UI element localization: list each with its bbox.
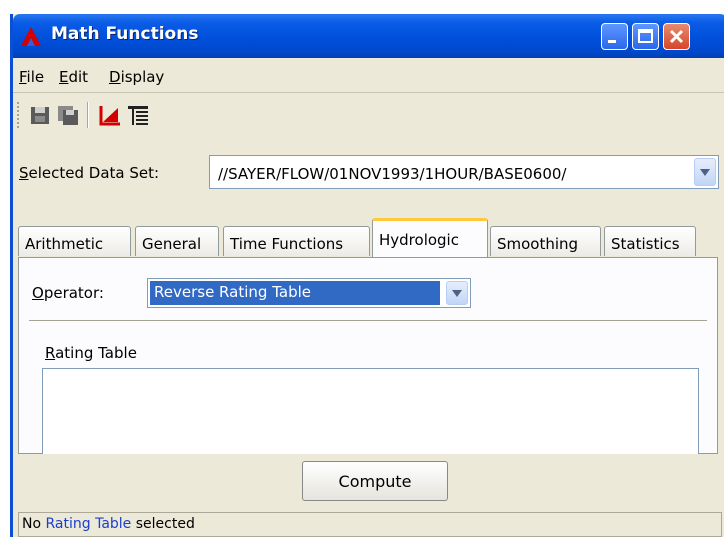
selected-data-set-dropdown[interactable]: //SAYER/FLOW/01NOV1993/1HOUR/BASE0600/ — [209, 155, 719, 189]
hydrologic-panel: Operator: Reverse Rating Table Rating Ta… — [18, 257, 718, 454]
tab-hydrologic[interactable]: Hydrologic — [372, 218, 488, 257]
tab-general[interactable]: General — [135, 226, 219, 256]
tabulate-icon[interactable] — [125, 102, 151, 128]
tab-arithmetic[interactable]: Arithmetic — [18, 226, 131, 256]
title-bar[interactable]: Math Functions — [13, 14, 724, 58]
operator-value: Reverse Rating Table — [150, 281, 440, 305]
status-bar: No Rating Table selected — [18, 512, 722, 537]
maximize-icon — [638, 29, 653, 43]
save-as-icon[interactable] — [55, 102, 81, 128]
save-icon[interactable] — [27, 102, 53, 128]
status-suffix: selected — [131, 516, 195, 532]
window-title: Math Functions — [51, 24, 199, 44]
menu-edit[interactable]: Edit — [59, 68, 88, 86]
selected-data-set-label: Selected Data Set: — [19, 164, 160, 182]
minimize-button[interactable] — [601, 23, 628, 50]
chevron-down-icon[interactable] — [446, 281, 468, 305]
close-button[interactable] — [663, 23, 690, 50]
menu-bar: File Edit Display — [13, 62, 724, 93]
tab-smoothing[interactable]: Smoothing — [490, 226, 601, 256]
minimize-icon — [608, 40, 616, 43]
compute-button[interactable]: Compute — [302, 461, 448, 501]
tab-label: Time Functions — [230, 235, 344, 253]
rating-table-list[interactable] — [42, 368, 699, 454]
chevron-down-icon[interactable] — [694, 158, 716, 186]
toolbar — [13, 98, 724, 132]
menu-display[interactable]: Display — [109, 68, 164, 86]
menu-file[interactable]: File — [19, 68, 44, 86]
selected-data-set-value: //SAYER/FLOW/01NOV1993/1HOUR/BASE0600/ — [218, 165, 567, 183]
status-prefix: No — [22, 516, 46, 532]
toolbar-grip[interactable] — [17, 102, 22, 128]
function-tabs: Arithmetic General Time Functions Hydrol… — [18, 218, 718, 258]
tab-label: Statistics — [611, 235, 680, 253]
operator-label: Operator: — [32, 284, 104, 302]
math-functions-window: Math Functions File Edit Display Selecte… — [10, 14, 724, 537]
tab-label: Arithmetic — [25, 235, 104, 253]
divider — [29, 320, 707, 322]
tab-statistics[interactable]: Statistics — [604, 226, 696, 256]
status-link: Rating Table — [45, 516, 132, 532]
plot-icon[interactable] — [97, 102, 123, 128]
rating-table-label: Rating Table — [45, 344, 137, 362]
tab-label: General — [142, 235, 202, 253]
tab-label: Hydrologic — [379, 231, 459, 249]
tab-label: Smoothing — [497, 235, 579, 253]
operator-dropdown[interactable]: Reverse Rating Table — [147, 278, 471, 308]
compute-label: Compute — [338, 472, 412, 491]
close-icon — [669, 29, 684, 44]
maximize-button[interactable] — [632, 23, 659, 50]
toolbar-separator — [87, 102, 89, 128]
app-logo-icon — [21, 27, 41, 46]
tab-time-functions[interactable]: Time Functions — [223, 226, 370, 256]
